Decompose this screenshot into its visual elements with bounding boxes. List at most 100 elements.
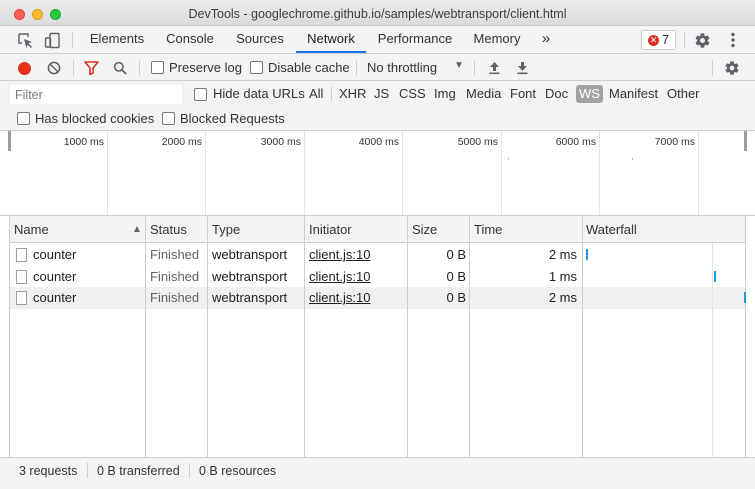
filter-type-manifest[interactable]: Manifest (606, 85, 661, 103)
export-har-icon[interactable] (513, 59, 531, 77)
column-divider[interactable] (469, 216, 470, 457)
clear-icon[interactable] (45, 59, 63, 77)
chevron-down-icon: ▼ (454, 60, 464, 71)
column-divider[interactable] (145, 216, 146, 457)
overview-tick-label: 4000 ms (358, 136, 399, 148)
tab-network[interactable]: Network (296, 26, 366, 53)
waterfall-gridline (712, 243, 713, 457)
network-overview[interactable]: 1000 ms 2000 ms 3000 ms 4000 ms 5000 ms … (0, 131, 755, 216)
column-header-waterfall[interactable]: Waterfall (582, 216, 745, 243)
device-toolbar-icon[interactable] (41, 30, 63, 50)
errors-badge[interactable]: ✕ 7 (641, 30, 676, 50)
document-icon (16, 269, 27, 284)
cell-time: 2 ms (548, 247, 577, 262)
filter-type-img[interactable]: Img (431, 85, 459, 103)
table-row[interactable]: counter Finished webtransport client.js:… (10, 244, 745, 266)
disable-cache-checkbox[interactable] (250, 61, 263, 74)
request-count: 3 requests (19, 464, 78, 478)
filter-type-ws[interactable]: WS (576, 85, 603, 103)
divider (87, 463, 88, 478)
blocked-requests-label: Blocked Requests (180, 111, 285, 126)
table-row[interactable]: counter Finished webtransport client.js:… (10, 287, 746, 309)
filter-type-xhr[interactable]: XHR (336, 85, 369, 103)
has-blocked-cookies-label: Has blocked cookies (35, 111, 155, 126)
overview-gridline (107, 131, 108, 215)
filter-bar: Hide data URLs All XHR JS CSS Img Media … (0, 81, 755, 131)
column-header-size[interactable]: Size (408, 216, 470, 243)
filter-type-all[interactable]: All (306, 85, 326, 103)
error-count: 7 (662, 33, 669, 47)
overview-tick-label: 7000 ms (654, 136, 695, 148)
overview-gridline (205, 131, 206, 215)
customize-menu-icon[interactable] (722, 29, 744, 51)
has-blocked-cookies-checkbox[interactable] (17, 112, 30, 125)
table-row[interactable]: counter Finished webtransport client.js:… (10, 266, 745, 288)
cell-time: 1 ms (548, 268, 577, 284)
filter-input[interactable] (10, 85, 182, 104)
column-header-initiator[interactable]: Initiator (305, 216, 408, 243)
filter-type-css[interactable]: CSS (396, 85, 429, 103)
hide-data-urls-checkbox[interactable] (194, 88, 207, 101)
cell-initiator-link[interactable]: client.js:10 (309, 244, 370, 266)
error-icon: ✕ (648, 34, 660, 46)
column-divider[interactable] (407, 216, 408, 457)
column-header-status[interactable]: Status (146, 216, 208, 243)
divider (712, 60, 713, 76)
cell-name: counter (33, 290, 77, 305)
overview-tick-label: 2000 ms (161, 136, 202, 148)
filter-type-doc[interactable]: Doc (542, 85, 571, 103)
transferred-size: 0 B transferred (97, 464, 180, 478)
network-settings-gear-icon[interactable] (721, 58, 743, 78)
overview-gridline (698, 131, 699, 215)
throttling-select[interactable]: No throttling (367, 60, 437, 75)
divider (474, 60, 475, 76)
tab-console[interactable]: Console (158, 26, 222, 53)
cell-initiator-link[interactable]: client.js:10 (309, 287, 370, 309)
divider (72, 32, 73, 48)
resources-size: 0 B resources (199, 464, 277, 478)
filter-type-font[interactable]: Font (507, 85, 539, 103)
preserve-log-label: Preserve log (169, 60, 242, 75)
window-titlebar: DevTools - googlechrome.github.io/sample… (0, 0, 755, 26)
column-header-name[interactable]: Name (10, 216, 145, 243)
more-tabs-button[interactable]: » (536, 26, 556, 53)
cell-type: webtransport (212, 268, 288, 284)
divider (189, 463, 190, 478)
overview-gridline (599, 131, 600, 215)
overview-tick-label: 3000 ms (260, 136, 301, 148)
tab-elements[interactable]: Elements (83, 26, 151, 53)
import-har-icon[interactable] (485, 59, 503, 77)
overview-gridline (402, 131, 403, 215)
settings-gear-icon[interactable] (691, 29, 713, 51)
cell-size: 0 B (446, 268, 466, 284)
overview-tick-label: 6000 ms (555, 136, 596, 148)
tab-sources[interactable]: Sources (229, 26, 291, 53)
divider (73, 60, 74, 76)
column-divider[interactable] (582, 216, 583, 457)
inspect-element-icon[interactable] (14, 30, 36, 50)
filter-type-other[interactable]: Other (664, 85, 703, 103)
cell-type: webtransport (212, 247, 288, 262)
window-title: DevTools - googlechrome.github.io/sample… (188, 7, 567, 21)
waterfall-bar (714, 270, 716, 282)
cell-initiator-link[interactable]: client.js:10 (309, 266, 370, 288)
preserve-log-checkbox[interactable] (151, 61, 164, 74)
column-divider[interactable] (304, 216, 305, 457)
overview-gridline (304, 131, 305, 215)
column-divider[interactable] (207, 216, 208, 457)
tab-performance[interactable]: Performance (371, 26, 459, 53)
filter-icon[interactable] (82, 59, 100, 77)
overview-tick-label: 1000 ms (63, 136, 104, 148)
column-header-type[interactable]: Type (208, 216, 304, 243)
grid-right-border (745, 216, 746, 457)
waterfall-bar (586, 249, 588, 260)
filter-type-js[interactable]: JS (371, 85, 392, 103)
column-header-time[interactable]: Time (470, 216, 582, 243)
blocked-requests-checkbox[interactable] (162, 112, 175, 125)
overview-left-handle[interactable] (8, 131, 11, 151)
record-icon[interactable] (15, 59, 33, 77)
overview-right-handle[interactable] (744, 131, 747, 151)
tab-memory[interactable]: Memory (466, 26, 528, 53)
search-icon[interactable] (111, 59, 129, 77)
filter-type-media[interactable]: Media (463, 85, 504, 103)
